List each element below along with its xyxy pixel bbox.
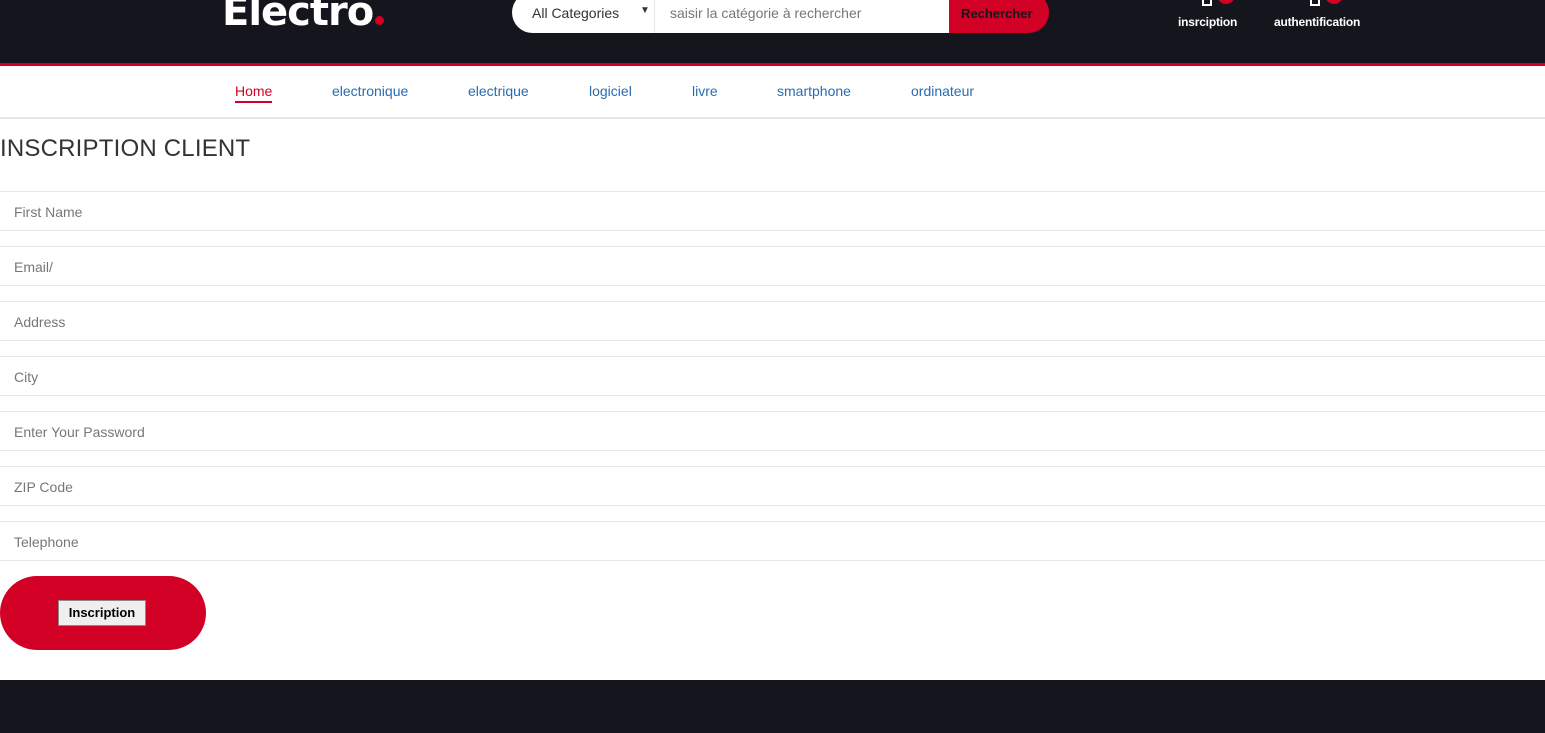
site-footer <box>0 680 1545 733</box>
logo[interactable]: Electro <box>222 0 385 38</box>
nav-item-smartphone[interactable]: smartphone <box>777 83 851 99</box>
nav-item-electronique[interactable]: electronique <box>332 83 408 99</box>
category-select[interactable]: All Categories ▼ <box>512 0 655 33</box>
email-placeholder: Email/ <box>14 259 53 275</box>
password-field[interactable]: Enter Your Password <box>0 411 1545 451</box>
first-name-field[interactable]: First Name <box>0 191 1545 231</box>
main-navigation: Home electronique electrique logiciel li… <box>0 66 1545 119</box>
nav-item-home[interactable]: Home <box>235 83 273 103</box>
first-name-placeholder: First Name <box>14 204 83 220</box>
inscription-submit-button[interactable]: Inscription <box>58 600 146 626</box>
nav-item-electrique[interactable]: electrique <box>468 83 529 99</box>
zip-code-placeholder: ZIP Code <box>14 479 73 495</box>
zip-code-field[interactable]: ZIP Code <box>0 466 1545 506</box>
authentification-label: authentification <box>1274 15 1361 29</box>
site-header: Electro All Categories ▼ saisir la catég… <box>0 0 1545 63</box>
search-bar: All Categories ▼ saisir la catégorie à r… <box>512 0 1049 33</box>
authentification-badge <box>1325 0 1343 4</box>
lock-icon <box>1310 0 1320 6</box>
address-field[interactable]: Address <box>0 301 1545 341</box>
password-placeholder: Enter Your Password <box>14 424 145 440</box>
page-title: INSCRIPTION CLIENT <box>0 135 251 162</box>
inscription-badge <box>1217 0 1235 4</box>
search-button[interactable]: Rechercher <box>949 0 1049 33</box>
submit-button-container: Inscription <box>0 576 206 650</box>
category-select-value: All Categories <box>532 5 620 21</box>
telephone-field[interactable]: Telephone <box>0 521 1545 561</box>
nav-item-ordinateur[interactable]: ordinateur <box>911 83 974 99</box>
city-placeholder: City <box>14 369 39 385</box>
city-field[interactable]: City <box>0 356 1545 396</box>
nav-item-livre[interactable]: livre <box>692 83 718 99</box>
address-placeholder: Address <box>14 314 66 330</box>
search-input[interactable]: saisir la catégorie à rechercher <box>655 0 949 33</box>
email-field[interactable]: Email/ <box>0 246 1545 286</box>
caret-down-icon: ▼ <box>640 5 650 16</box>
logo-text: Electro <box>222 0 374 35</box>
nav-item-logiciel[interactable]: logiciel <box>589 83 632 99</box>
user-icon <box>1202 0 1212 6</box>
logo-dot <box>375 16 385 25</box>
inscription-label: insrciption <box>1178 15 1238 29</box>
search-button-label: Rechercher <box>961 6 1033 21</box>
telephone-placeholder: Telephone <box>14 534 79 550</box>
search-placeholder: saisir la catégorie à rechercher <box>670 5 862 21</box>
